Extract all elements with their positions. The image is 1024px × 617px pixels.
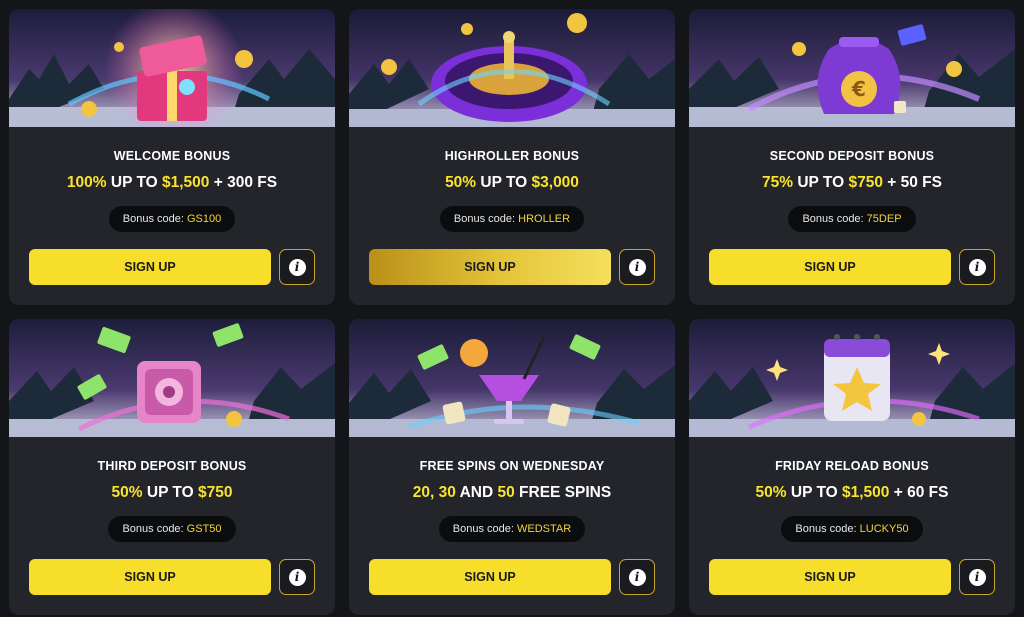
bonus-code-label: Bonus code: — [802, 213, 867, 225]
info-icon: i — [968, 568, 986, 586]
bonus-code-value: GS100 — [186, 213, 222, 225]
info-button[interactable]: i — [959, 249, 995, 285]
info-icon: i — [288, 568, 306, 586]
bonus-title: HIGHROLLER BONUS — [444, 149, 580, 163]
info-icon: i — [628, 568, 646, 586]
sign-up-button[interactable]: SIGN UP — [709, 249, 951, 285]
offer-segment: 50% — [755, 484, 787, 501]
offer-segment: UP TO — [786, 484, 842, 501]
offer-segment: 75% — [762, 174, 794, 191]
bonus-card-highroller: HIGHROLLER BONUS 50% UP TO $3,000 Bonus … — [349, 9, 675, 305]
offer-segment: $1,500 — [162, 174, 210, 191]
info-icon: i — [968, 258, 986, 276]
offer-segment: $1,500 — [842, 484, 890, 501]
bonus-card-welcome: WELCOME BONUS 100% UP TO $1,500 + 300 FS… — [9, 9, 335, 305]
bonus-offer: 50% UP TO $750 — [9, 484, 335, 504]
safe-illustration — [9, 319, 335, 437]
bonus-code-pill: Bonus code: GS100 — [108, 206, 236, 232]
bonus-code-pill: Bonus code: GST50 — [108, 516, 236, 542]
sign-up-button[interactable]: SIGN UP — [369, 249, 611, 285]
roulette-wheel-illustration — [349, 9, 675, 127]
offer-segment: $750 — [848, 174, 883, 191]
offer-segment: $3,000 — [531, 174, 579, 191]
bonus-title: THIRD DEPOSIT BONUS — [97, 459, 247, 473]
bonus-card-third-deposit: THIRD DEPOSIT BONUS 50% UP TO $750 Bonus… — [9, 319, 335, 615]
bonus-title: FRIDAY RELOAD BONUS — [775, 459, 929, 473]
bonus-offer: 75% UP TO $750 + 50 FS — [689, 174, 1015, 194]
bonus-grid: WELCOME BONUS 100% UP TO $1,500 + 300 FS… — [9, 9, 1015, 615]
bonus-code-label: Bonus code: — [453, 213, 519, 225]
bonus-offer: 20, 30 AND 50 FREE SPINS — [349, 484, 675, 504]
money-bag-illustration: € — [689, 9, 1015, 127]
offer-segment: $750 — [197, 484, 233, 501]
offer-segment: 100% — [66, 174, 107, 191]
info-button[interactable]: i — [959, 559, 995, 595]
cocktail-dice-illustration — [349, 319, 675, 437]
info-button[interactable]: i — [279, 559, 315, 595]
offer-segment: UP TO — [793, 174, 849, 191]
bonus-code-value: HROLLER — [518, 213, 571, 225]
info-button[interactable]: i — [619, 249, 655, 285]
sign-up-button[interactable]: SIGN UP — [29, 559, 271, 595]
offer-segment: UP TO — [106, 174, 162, 191]
bonus-code-label: Bonus code: — [122, 213, 187, 225]
bonus-code-value: GST50 — [186, 523, 222, 535]
bonus-offer: 100% UP TO $1,500 + 300 FS — [9, 174, 335, 194]
offer-segment: + 60 FS — [889, 484, 949, 501]
info-button[interactable]: i — [279, 249, 315, 285]
offer-segment: FREE SPINS — [514, 484, 612, 501]
bonus-code-label: Bonus code: — [122, 523, 187, 535]
offer-segment: + 50 FS — [882, 174, 942, 191]
svg-text:€: € — [851, 77, 866, 101]
offer-segment: AND — [455, 484, 498, 501]
info-icon: i — [288, 258, 306, 276]
offer-segment: 50% — [445, 174, 477, 191]
bonus-card-friday-reload: FRIDAY RELOAD BONUS 50% UP TO $1,500 + 6… — [689, 319, 1015, 615]
bonus-offer: 50% UP TO $1,500 + 60 FS — [689, 484, 1015, 504]
bonus-code-pill: Bonus code: WEDSTAR — [438, 516, 586, 542]
info-icon: i — [628, 258, 646, 276]
bonus-title: WELCOME BONUS — [113, 149, 231, 163]
offer-segment: 50% — [111, 484, 143, 501]
bonus-code-pill: Bonus code: LUCKY50 — [781, 516, 923, 542]
offer-segment: UP TO — [142, 484, 198, 501]
calendar-star-illustration — [689, 319, 1015, 437]
bonus-code-value: LUCKY50 — [859, 523, 909, 535]
sign-up-button[interactable]: SIGN UP — [29, 249, 271, 285]
bonus-code-value: WEDSTAR — [517, 523, 572, 535]
bonus-code-pill: Bonus code: HROLLER — [439, 206, 585, 232]
bonus-title: SECOND DEPOSIT BONUS — [769, 149, 935, 163]
bonus-offer: 50% UP TO $3,000 — [349, 174, 675, 194]
bonus-card-second-deposit: € SECOND DEPOSIT BONUS 75% UP TO $750 + … — [689, 9, 1015, 305]
offer-segment: 50 — [497, 484, 515, 501]
sign-up-button[interactable]: SIGN UP — [709, 559, 951, 595]
bonus-code-value: 75DEP — [866, 213, 902, 225]
gift-box-illustration — [9, 9, 335, 127]
bonus-code-pill: Bonus code: 75DEP — [788, 206, 916, 232]
offer-segment: 20, 30 — [412, 484, 456, 501]
bonus-card-free-spins-wednesday: FREE SPINS ON WEDNESDAY 20, 30 AND 50 FR… — [349, 319, 675, 615]
bonus-code-label: Bonus code: — [795, 523, 860, 535]
sign-up-button[interactable]: SIGN UP — [369, 559, 611, 595]
offer-segment: + 300 FS — [209, 174, 278, 191]
info-button[interactable]: i — [619, 559, 655, 595]
bonus-code-label: Bonus code: — [452, 523, 518, 535]
offer-segment: UP TO — [476, 174, 532, 191]
bonus-title: FREE SPINS ON WEDNESDAY — [419, 459, 605, 473]
